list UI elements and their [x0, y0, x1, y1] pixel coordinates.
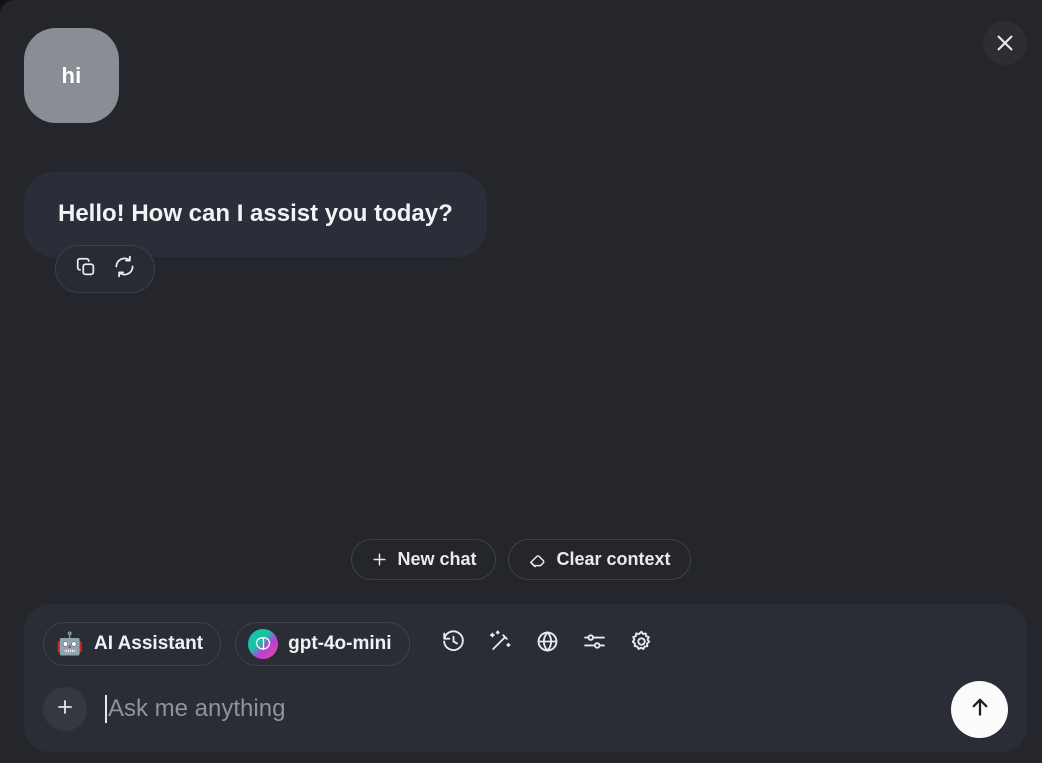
- regenerate-icon: [113, 255, 136, 283]
- magic-wand-button[interactable]: [477, 622, 524, 666]
- globe-icon: [535, 629, 560, 659]
- sliders-icon: [582, 629, 607, 659]
- chat-panel: hi Hello! How can I assist you today? Ne…: [0, 0, 1042, 763]
- assistant-message-text: Hello! How can I assist you today?: [58, 200, 453, 227]
- assistant-selector-label: AI Assistant: [94, 633, 204, 654]
- web-search-button[interactable]: [524, 622, 571, 666]
- model-selector-label: gpt-4o-mini: [288, 633, 392, 654]
- text-caret: [105, 695, 107, 723]
- user-message-row: hi: [24, 28, 119, 123]
- prompt-input[interactable]: [108, 687, 941, 731]
- message-actions-toolbar: [55, 245, 155, 293]
- new-chat-button[interactable]: New chat: [351, 539, 497, 580]
- copy-button[interactable]: [73, 256, 99, 282]
- magic-wand-icon: [488, 629, 513, 659]
- user-message-text: hi: [61, 62, 82, 88]
- plus-icon: [371, 551, 388, 568]
- history-button[interactable]: [430, 622, 477, 666]
- quick-actions-bar: New chat Clear context: [0, 539, 1042, 580]
- composer-tool-icons: [430, 622, 665, 666]
- clear-context-button[interactable]: Clear context: [508, 539, 691, 580]
- arrow-up-icon: [967, 694, 993, 725]
- composer-input-row: [24, 670, 1027, 748]
- plus-icon: [55, 697, 75, 722]
- close-button[interactable]: [983, 21, 1027, 65]
- new-chat-label: New chat: [397, 549, 477, 569]
- assistant-selector[interactable]: 🤖 AI Assistant: [43, 622, 222, 666]
- clear-context-label: Clear context: [556, 549, 671, 569]
- settings-button[interactable]: [618, 622, 665, 666]
- composer-toolbar: 🤖 AI Assistant gpt-4o-mini: [24, 604, 1027, 670]
- brain-icon: [248, 629, 279, 659]
- eraser-icon: [528, 550, 547, 569]
- user-message-bubble: hi: [24, 28, 119, 123]
- model-selector[interactable]: gpt-4o-mini: [235, 622, 410, 666]
- gear-icon: [629, 629, 654, 659]
- robot-icon: 🤖: [56, 631, 84, 656]
- history-icon: [441, 629, 466, 659]
- parameters-button[interactable]: [571, 622, 618, 666]
- copy-icon: [75, 256, 97, 283]
- prompt-input-wrapper[interactable]: [105, 687, 941, 731]
- close-icon: [994, 32, 1016, 54]
- regenerate-button[interactable]: [111, 255, 137, 283]
- composer: 🤖 AI Assistant gpt-4o-mini: [24, 604, 1027, 752]
- send-button[interactable]: [951, 680, 1008, 738]
- assistant-message-row: Hello! How can I assist you today?: [24, 172, 487, 293]
- attach-button[interactable]: [43, 687, 87, 731]
